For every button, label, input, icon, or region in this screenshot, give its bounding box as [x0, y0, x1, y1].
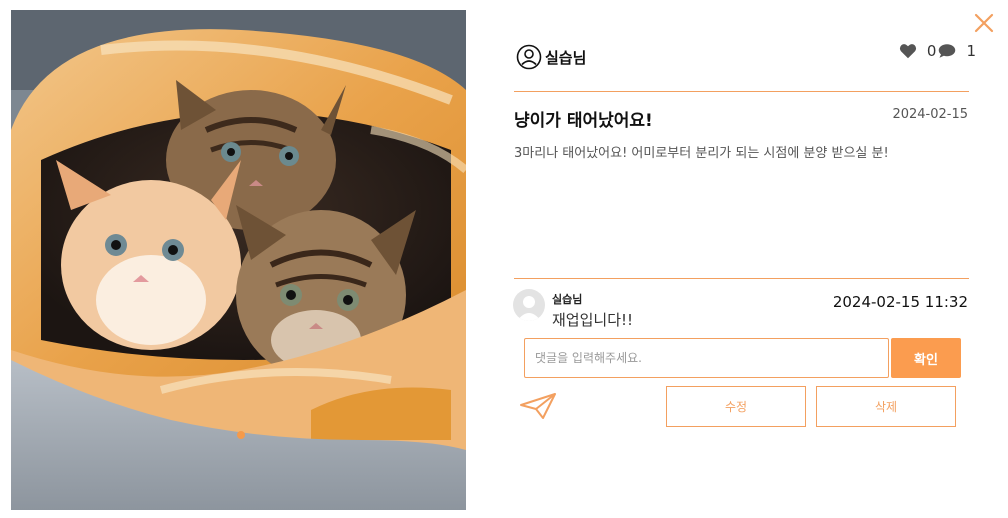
post-author: 실습님	[516, 44, 586, 70]
delete-button[interactable]: 삭제	[816, 386, 956, 427]
avatar	[513, 289, 545, 321]
edit-button[interactable]: 수정	[666, 386, 806, 427]
comments-count: 1	[966, 42, 976, 60]
post-photo	[11, 10, 466, 510]
post-body: 3마리나 태어났어요! 어미로부터 분리가 되는 시점에 분양 받으실 분!	[514, 146, 889, 161]
post-date: 2024-02-15	[892, 107, 968, 122]
post-title: 냥이가 태어났어요!	[514, 111, 653, 131]
comment-text: 재업입니다!!	[552, 311, 634, 329]
comment-input[interactable]	[524, 338, 889, 378]
send-icon[interactable]	[519, 392, 557, 420]
comment-date: 2024-02-15 11:32	[832, 293, 968, 311]
user-icon	[516, 44, 542, 70]
heart-icon[interactable]	[899, 43, 917, 59]
author-name: 실습님	[545, 48, 587, 67]
close-icon[interactable]	[972, 11, 996, 35]
likes-count: 0	[926, 42, 937, 60]
divider	[514, 91, 969, 92]
comment-icon	[939, 44, 956, 58]
divider	[514, 278, 969, 279]
post-stats: 0 1	[899, 42, 976, 60]
confirm-button[interactable]: 확인	[891, 338, 961, 378]
comment-author: 실습님	[552, 293, 583, 306]
